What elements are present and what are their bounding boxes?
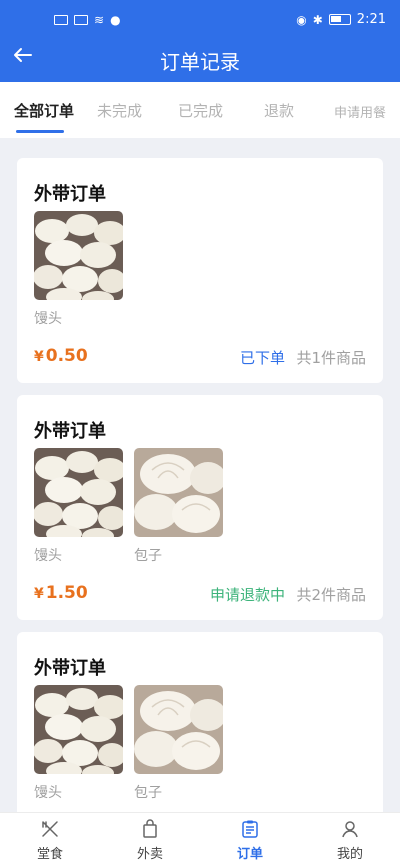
order-item: 馒头	[34, 211, 123, 328]
item-name: 馒头	[34, 548, 62, 564]
nav-label: 外卖	[136, 847, 163, 862]
order-title: 外带订单	[34, 184, 106, 205]
item-name: 包子	[134, 785, 162, 801]
price-value: 1.50	[45, 583, 88, 603]
battery-icon	[328, 14, 351, 25]
nav-label: 我的	[336, 847, 363, 862]
status-bar: ≋ ● ◉ ✱ 2:21	[0, 0, 400, 40]
order-price: ¥0.50	[34, 346, 88, 366]
bluetooth-icon: ✱	[312, 12, 323, 27]
order-card[interactable]: 外带订单 馒头 ¥0.50 已下单 共1件商品	[17, 158, 383, 383]
status-right-icons: ◉ ✱ 2:21	[296, 12, 386, 27]
price-value: 0.50	[45, 346, 88, 366]
order-price: ¥1.50	[34, 583, 88, 603]
orders-icon	[242, 820, 258, 838]
dine-in-icon	[42, 821, 58, 837]
profile-icon	[342, 821, 358, 838]
active-tab-indicator	[16, 130, 64, 133]
nav-label: 订单	[236, 847, 263, 862]
status-left-icons: ≋ ●	[54, 13, 121, 27]
signal-icon	[54, 15, 68, 25]
nav-orders[interactable]: 订单	[220, 819, 280, 862]
order-status: 已下单	[239, 349, 285, 367]
order-item: 馒头	[34, 448, 123, 565]
tab-all-orders[interactable]: 全部订单	[14, 100, 74, 121]
page-title: 订单记录	[160, 50, 240, 74]
item-name: 馒头	[34, 785, 62, 801]
nav-dine-in[interactable]: 堂食	[20, 819, 80, 862]
item-count: 共1件商品	[296, 349, 366, 367]
currency-symbol: ¥	[34, 586, 44, 602]
signal-icon-2	[74, 15, 88, 25]
wifi-icon: ≋	[94, 13, 105, 27]
nav-profile[interactable]: 我的	[320, 819, 380, 862]
takeout-bag-icon	[143, 819, 157, 838]
app-header: ≋ ● ◉ ✱ 2:21 订单记录	[0, 0, 400, 82]
baozi-image	[134, 685, 223, 774]
bottom-nav: 堂食 外卖 订单 我的	[0, 812, 400, 866]
status-time: 2:21	[356, 12, 386, 27]
tab-incomplete[interactable]: 未完成	[97, 100, 142, 121]
order-title: 外带订单	[34, 421, 106, 442]
baozi-image	[134, 448, 223, 537]
item-name: 馒头	[34, 311, 62, 327]
mantou-image	[34, 685, 123, 774]
order-item: 馒头	[34, 685, 123, 802]
tab-apply-meal[interactable]: 申请用餐	[334, 102, 386, 121]
nav-takeout[interactable]: 外卖	[120, 819, 180, 862]
tab-refund[interactable]: 退款	[264, 100, 294, 121]
order-item: 包子	[134, 685, 223, 802]
order-title: 外带订单	[34, 658, 106, 679]
tab-completed[interactable]: 已完成	[178, 100, 223, 121]
eye-icon: ◉	[296, 12, 307, 27]
item-name: 包子	[134, 548, 162, 564]
item-count: 共2件商品	[296, 586, 366, 604]
order-status: 申请退款中	[209, 586, 285, 604]
mantou-image	[34, 448, 123, 537]
currency-symbol: ¥	[34, 349, 44, 365]
order-card[interactable]: 外带订单 馒头	[17, 632, 383, 822]
order-card[interactable]: 外带订单 馒头	[17, 395, 383, 620]
mantou-image	[34, 211, 123, 300]
order-tabs: 全部订单 未完成 已完成 退款 申请用餐	[0, 82, 400, 138]
order-item: 包子	[134, 448, 223, 565]
nav-label: 堂食	[36, 847, 63, 862]
message-icon: ●	[110, 13, 121, 27]
